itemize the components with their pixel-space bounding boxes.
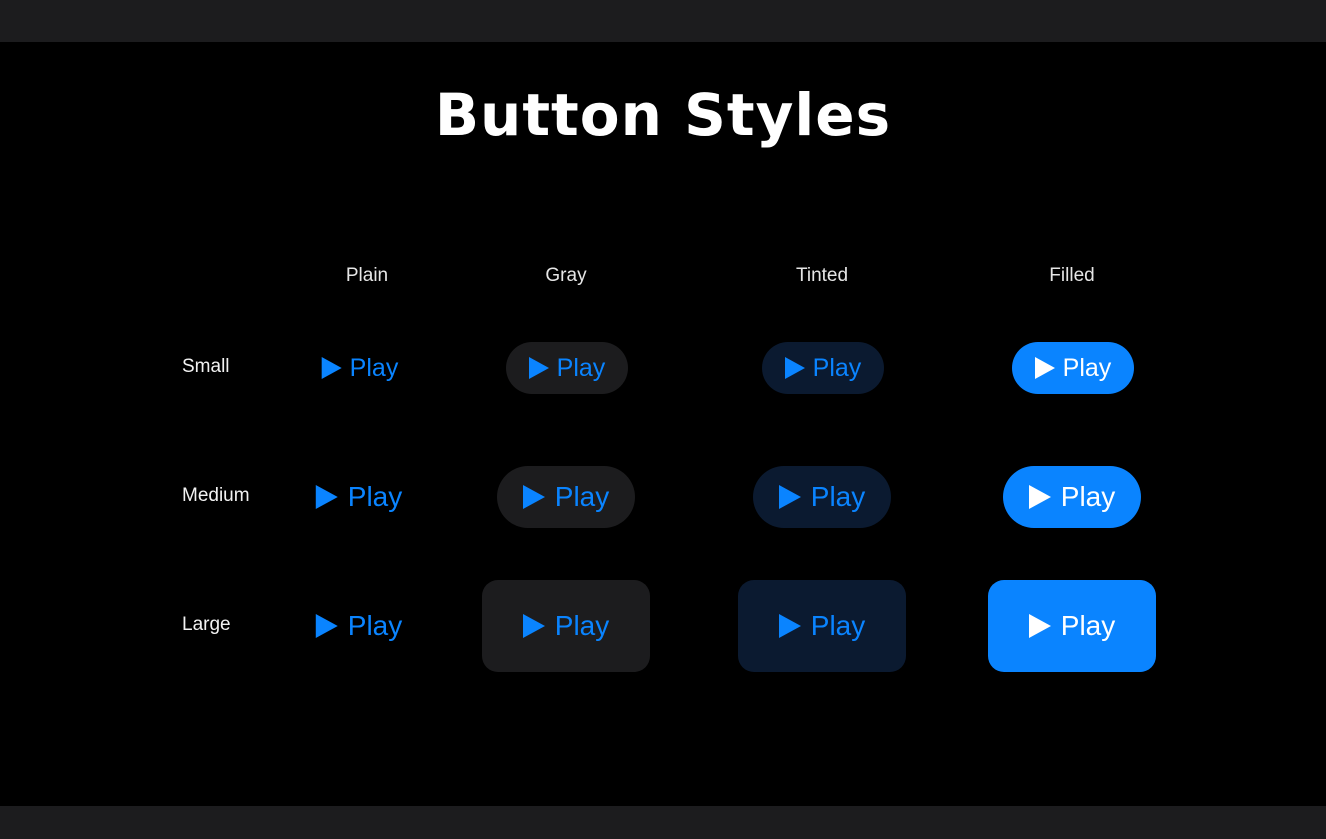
top-frame-bar [0,0,1326,42]
button-label: Play [556,353,606,382]
column-header-gray: Gray [545,265,587,286]
play-button-small-tinted[interactable]: Play [762,342,884,394]
play-button-medium-gray[interactable]: Play [497,466,635,528]
play-button-large-tinted[interactable]: Play [738,580,906,672]
play-icon [522,614,545,638]
row-header-small: Small [182,356,230,377]
column-header-tinted: Tinted [795,265,849,286]
button-label: Play [1060,610,1116,641]
button-label: Play [347,481,403,512]
play-icon [778,614,801,638]
bottom-frame-bar [0,806,1326,839]
button-label: Play [349,353,399,382]
play-button-large-plain[interactable]: Play [315,580,403,672]
play-button-medium-filled[interactable]: Play [1003,466,1141,528]
play-icon [778,485,801,509]
play-icon [784,357,805,379]
play-icon [315,485,338,509]
play-icon [315,614,338,638]
play-button-large-filled[interactable]: Play [988,580,1156,672]
play-icon [522,485,545,509]
play-icon [1028,614,1051,638]
page-title: Button Styles [434,81,892,149]
play-button-medium-tinted[interactable]: Play [753,466,891,528]
play-button-large-gray[interactable]: Play [482,580,650,672]
play-icon [1028,485,1051,509]
play-icon [528,357,549,379]
button-label: Play [1060,481,1116,512]
play-button-small-plain[interactable]: Play [321,342,399,394]
button-label: Play [810,481,866,512]
row-header-large: Large [182,614,231,635]
button-label: Play [347,610,403,641]
column-header-filled: Filled [1049,265,1095,286]
button-label: Play [554,481,610,512]
button-label: Play [1062,353,1112,382]
play-button-small-gray[interactable]: Play [506,342,628,394]
button-label: Play [812,353,862,382]
play-icon [1034,357,1055,379]
button-label: Play [554,610,610,641]
button-label: Play [810,610,866,641]
slide-canvas: Button Styles Plain Gray Tinted Filled S… [0,42,1326,806]
play-icon [321,357,342,379]
column-header-plain: Plain [345,265,389,286]
play-button-small-filled[interactable]: Play [1012,342,1134,394]
row-header-medium: Medium [182,485,250,506]
play-button-medium-plain[interactable]: Play [315,466,403,528]
